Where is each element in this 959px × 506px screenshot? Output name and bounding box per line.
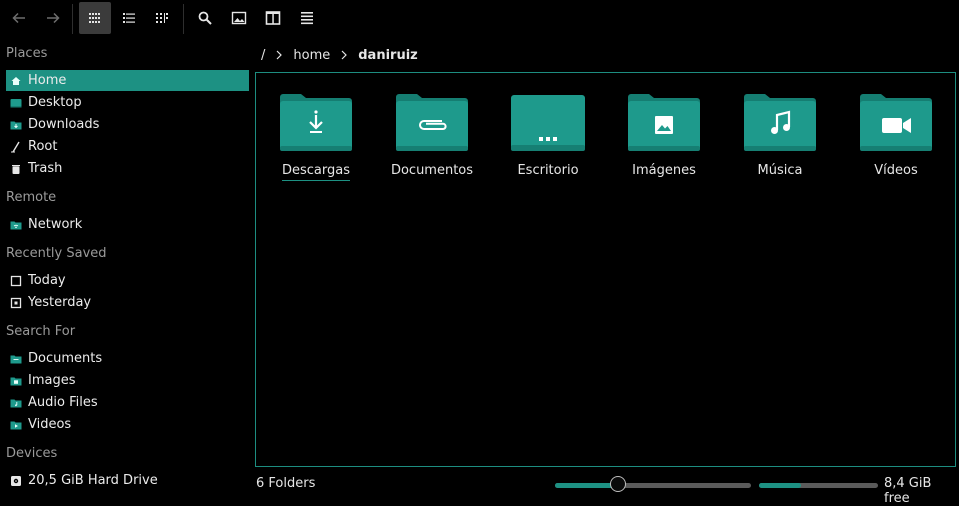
menu-icon	[301, 12, 313, 25]
back-button[interactable]	[3, 2, 35, 34]
list-view-icon	[123, 13, 135, 23]
toolbar-separator	[72, 4, 73, 34]
disk-usage-fill	[759, 483, 801, 488]
chevron-right-icon	[340, 50, 348, 60]
chevron-right-icon	[275, 50, 283, 60]
forward-icon	[47, 12, 60, 24]
sidebar-item-home[interactable]: Home	[6, 70, 249, 91]
column-view-button[interactable]	[146, 2, 178, 34]
search-button[interactable]	[189, 2, 221, 34]
zoom-slider-fill	[555, 483, 618, 488]
audio-folder-icon	[10, 397, 22, 409]
calendar-icon	[10, 297, 22, 309]
sidebar-item-hard-drive[interactable]: 20,5 GiB Hard Drive	[6, 470, 249, 491]
download-folder-icon	[280, 94, 352, 151]
sidebar-item-search-documents[interactable]: Documents	[6, 348, 249, 369]
folder-item-descargas[interactable]: Descargas	[266, 93, 366, 181]
documents-folder-icon	[10, 353, 22, 365]
paperclip-folder-icon	[396, 94, 468, 151]
home-folder-icon	[10, 75, 22, 87]
music-note-folder-icon	[744, 94, 816, 151]
hard-drive-icon	[10, 475, 22, 487]
zoom-slider-handle[interactable]	[610, 476, 626, 492]
sidebar-item-label: Downloads	[28, 117, 100, 132]
breadcrumb-current[interactable]: daniruiz	[358, 48, 417, 63]
list-view-button[interactable]	[113, 2, 145, 34]
sidebar-item-label: Network	[28, 217, 83, 232]
sidebar-item-search-audio[interactable]: Audio Files	[6, 392, 249, 413]
sidebar-item-label: Desktop	[28, 95, 82, 110]
sidebar-item-label: Images	[28, 373, 76, 388]
sidebar-item-label: Yesterday	[28, 295, 92, 310]
folder-item-documentos[interactable]: Documentos	[382, 93, 482, 180]
folder-label: Vídeos	[874, 163, 918, 178]
sidebar-item-label: Root	[28, 139, 58, 154]
split-view-button[interactable]	[257, 2, 289, 34]
downloads-folder-icon	[10, 119, 22, 131]
folder-label: Música	[757, 163, 803, 178]
split-view-icon	[265, 11, 281, 25]
file-view[interactable]: Descargas Documentos Escritorio Imágenes	[255, 72, 956, 467]
devices-heading: Devices	[6, 446, 58, 461]
breadcrumb-home[interactable]: home	[293, 48, 330, 63]
back-icon	[12, 12, 25, 24]
recently-saved-heading: Recently Saved	[6, 246, 107, 261]
sidebar-item-yesterday[interactable]: Yesterday	[6, 292, 249, 313]
sidebar-item-today[interactable]: Today	[6, 270, 249, 291]
toolbar	[0, 0, 959, 38]
sidebar-item-label: Audio Files	[28, 395, 98, 410]
network-icon	[10, 219, 22, 231]
sidebar-item-label: Documents	[28, 351, 103, 366]
folder-item-videos[interactable]: Vídeos	[846, 93, 946, 180]
desktop-icon	[10, 97, 22, 109]
folder-label: Documentos	[390, 163, 474, 178]
column-view-icon	[156, 13, 168, 23]
sidebar-item-search-images[interactable]: Images	[6, 370, 249, 391]
folder-count: 6 Folders	[256, 476, 316, 491]
root-icon	[10, 141, 22, 153]
videos-folder-icon	[10, 419, 22, 431]
folder-label: Descargas	[281, 163, 350, 181]
folder-item-imagenes[interactable]: Imágenes	[614, 93, 714, 180]
sidebar-item-root[interactable]: Root	[6, 136, 249, 157]
forward-button[interactable]	[37, 2, 69, 34]
sidebar-item-desktop[interactable]: Desktop	[6, 92, 249, 113]
preview-button[interactable]	[223, 2, 255, 34]
folder-label: Escritorio	[517, 163, 579, 178]
sidebar-item-label: 20,5 GiB Hard Drive	[28, 473, 158, 488]
video-camera-folder-icon	[860, 94, 932, 151]
sidebar-item-label: Trash	[28, 161, 63, 176]
sidebar-item-search-videos[interactable]: Videos	[6, 414, 249, 435]
breadcrumb: / home daniruiz	[256, 44, 418, 66]
sidebar-item-label: Home	[28, 73, 67, 88]
sidebar-item-label: Today	[28, 273, 66, 288]
remote-heading: Remote	[6, 190, 57, 205]
folder-item-escritorio[interactable]: Escritorio	[498, 93, 598, 180]
calendar-icon	[10, 275, 22, 287]
image-folder-icon	[628, 94, 700, 151]
breadcrumb-root[interactable]: /	[261, 48, 265, 63]
desktop-folder-icon	[511, 95, 585, 151]
folder-item-musica[interactable]: Música	[730, 93, 830, 180]
sidebar-item-label: Videos	[28, 417, 72, 432]
sidebar-item-network[interactable]: Network	[6, 214, 249, 235]
preview-icon	[231, 11, 247, 25]
free-space: 8,4 GiB free	[884, 476, 932, 506]
images-folder-icon	[10, 375, 22, 387]
menu-button[interactable]	[291, 2, 323, 34]
search-for-heading: Search For	[6, 324, 76, 339]
places-heading: Places	[6, 46, 48, 61]
trash-icon	[10, 163, 22, 175]
folder-label: Imágenes	[632, 163, 696, 178]
grid-view-button[interactable]	[79, 2, 111, 34]
search-icon	[198, 11, 212, 25]
toolbar-separator	[183, 4, 184, 34]
sidebar-item-trash[interactable]: Trash	[6, 158, 249, 179]
grid-view-icon	[89, 13, 100, 23]
sidebar-item-downloads[interactable]: Downloads	[6, 114, 249, 135]
